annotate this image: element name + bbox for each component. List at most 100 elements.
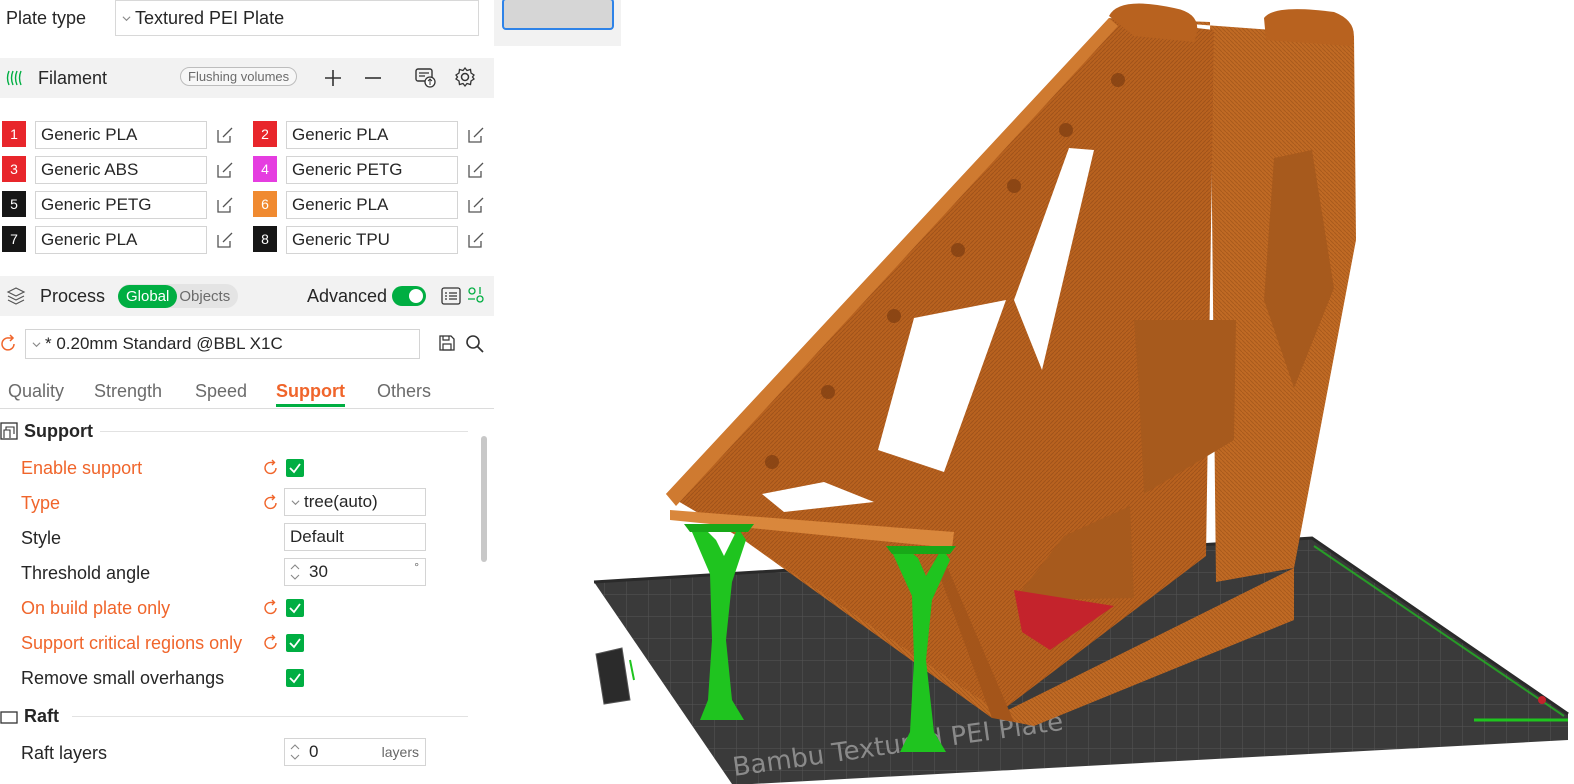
remove-filament-icon[interactable]: [363, 68, 383, 88]
filament-name[interactable]: Generic ABS: [35, 156, 207, 184]
support-group-icon: [0, 422, 18, 440]
process-header: Process Global Objects Advanced: [0, 276, 494, 316]
filament-slot-5[interactable]: 5 Generic PETG: [2, 191, 242, 219]
gear-icon[interactable]: [454, 66, 476, 88]
critical-regions-label: Support critical regions only: [21, 633, 243, 653]
reset-preset-icon[interactable]: [0, 334, 18, 354]
filament-number: 2: [253, 121, 277, 147]
add-filament-icon[interactable]: [323, 68, 343, 88]
threshold-angle-input[interactable]: 30 °: [284, 558, 426, 586]
enable-support-checkbox[interactable]: [286, 459, 304, 477]
edit-icon[interactable]: [215, 230, 235, 250]
filament-number: 8: [253, 226, 277, 252]
filament-name[interactable]: Generic PLA: [286, 121, 458, 149]
tab-strength[interactable]: Strength: [94, 381, 162, 402]
raft-layers-input[interactable]: 0 layers: [284, 738, 426, 766]
edit-icon[interactable]: [215, 160, 235, 180]
filament-name[interactable]: Generic TPU: [286, 226, 458, 254]
tab-support[interactable]: Support: [276, 381, 345, 407]
threshold-angle-unit: °: [414, 560, 419, 574]
support-style-select[interactable]: Default: [284, 523, 426, 551]
filament-slot-7[interactable]: 7 Generic PLA: [2, 226, 242, 254]
remove-overhangs-checkbox[interactable]: [286, 669, 304, 687]
edit-icon[interactable]: [466, 195, 486, 215]
plate-type-label: Plate type: [6, 8, 87, 28]
filament-name[interactable]: Generic PETG: [286, 156, 458, 184]
divider: [100, 431, 468, 432]
advanced-toggle[interactable]: [392, 286, 426, 306]
tab-others[interactable]: Others: [377, 381, 431, 402]
filament-title: Filament: [38, 68, 108, 88]
critical-regions-checkbox[interactable]: [286, 634, 304, 652]
tab-speed[interactable]: Speed: [195, 381, 247, 402]
raft-layers-label: Raft layers: [21, 743, 108, 763]
spin-arrows-icon[interactable]: [289, 562, 301, 582]
flushing-volumes-button[interactable]: Flushing volumes: [180, 67, 298, 86]
check-icon: [289, 673, 301, 684]
filament-slot-8[interactable]: 8 Generic TPU: [253, 226, 493, 254]
plate-type-select[interactable]: Textured PEI Plate: [115, 0, 479, 36]
threshold-angle-label: Threshold angle: [21, 563, 151, 583]
support-type-select[interactable]: tree(auto): [284, 488, 426, 516]
edit-icon[interactable]: [466, 160, 486, 180]
filament-icon: [6, 70, 22, 86]
global-tab[interactable]: Global: [118, 284, 178, 308]
support-group-title: Support: [24, 421, 93, 441]
raft-group-title: Raft: [24, 706, 59, 726]
compare-icon[interactable]: [466, 285, 486, 305]
layers-icon: [6, 287, 26, 305]
search-icon[interactable]: [465, 334, 485, 354]
settings-panel: Plate type Textured PEI Plate Filament F…: [0, 0, 494, 784]
filament-number: 4: [253, 156, 277, 182]
save-icon[interactable]: [438, 334, 456, 352]
chevron-down-icon: [32, 341, 41, 347]
process-preset-select[interactable]: * 0.20mm Standard @BBL X1C: [25, 329, 420, 359]
filament-slot-4[interactable]: 4 Generic PETG: [253, 156, 493, 184]
settings-scrollbar[interactable]: [481, 436, 487, 562]
process-preset-value: * 0.20mm Standard @BBL X1C: [45, 334, 283, 353]
objects-tab[interactable]: Objects: [177, 288, 238, 305]
filament-number: 1: [2, 121, 26, 147]
edit-icon[interactable]: [466, 125, 486, 145]
remove-overhangs-label: Remove small overhangs: [21, 668, 225, 688]
scene-canvas: Bambu Textured PEI Plate: [593, 3, 1569, 784]
edit-icon[interactable]: [466, 230, 486, 250]
check-icon: [289, 463, 301, 474]
enable-support-label: Enable support: [21, 458, 143, 478]
support-type-label: Type: [21, 493, 61, 513]
build-plate-only-checkbox[interactable]: [286, 599, 304, 617]
filament-name[interactable]: Generic PLA: [35, 121, 207, 149]
tab-quality[interactable]: Quality: [8, 381, 64, 402]
threshold-angle-value: 30: [309, 562, 328, 581]
filament-name[interactable]: Generic PLA: [286, 191, 458, 219]
reset-icon[interactable]: [262, 459, 280, 477]
spin-arrows-icon[interactable]: [289, 742, 301, 762]
check-icon: [289, 603, 301, 614]
sync-filament-icon[interactable]: [414, 66, 436, 88]
process-title: Process: [40, 286, 106, 306]
reset-icon[interactable]: [262, 599, 280, 617]
filament-number: 7: [2, 226, 26, 252]
edit-icon[interactable]: [215, 125, 235, 145]
filament-header: Filament Flushing volumes: [0, 58, 494, 98]
process-tabs: Quality Strength Speed Support Others: [0, 380, 494, 409]
reset-icon[interactable]: [262, 634, 280, 652]
filament-name[interactable]: Generic PLA: [35, 226, 207, 254]
filament-slot-1[interactable]: 1 Generic PLA: [2, 121, 242, 149]
plate-type-value: Textured PEI Plate: [135, 7, 285, 28]
filament-slot-6[interactable]: 6 Generic PLA: [253, 191, 493, 219]
3d-viewport[interactable]: Bambu Textured PEI Plate: [494, 0, 1574, 784]
raft-layers-value: 0: [309, 742, 319, 761]
global-objects-switch[interactable]: Global Objects: [118, 284, 239, 308]
build-plate-only-label: On build plate only: [21, 598, 171, 618]
reset-icon[interactable]: [262, 494, 280, 512]
check-icon: [289, 638, 301, 649]
list-icon[interactable]: [440, 285, 462, 307]
filament-slot-2[interactable]: 2 Generic PLA: [253, 121, 493, 149]
advanced-label: Advanced: [307, 286, 388, 306]
filament-number: 5: [2, 191, 26, 217]
edit-icon[interactable]: [215, 195, 235, 215]
filament-name[interactable]: Generic PETG: [35, 191, 207, 219]
support-style-value: Default: [290, 527, 344, 546]
filament-slot-3[interactable]: 3 Generic ABS: [2, 156, 242, 184]
